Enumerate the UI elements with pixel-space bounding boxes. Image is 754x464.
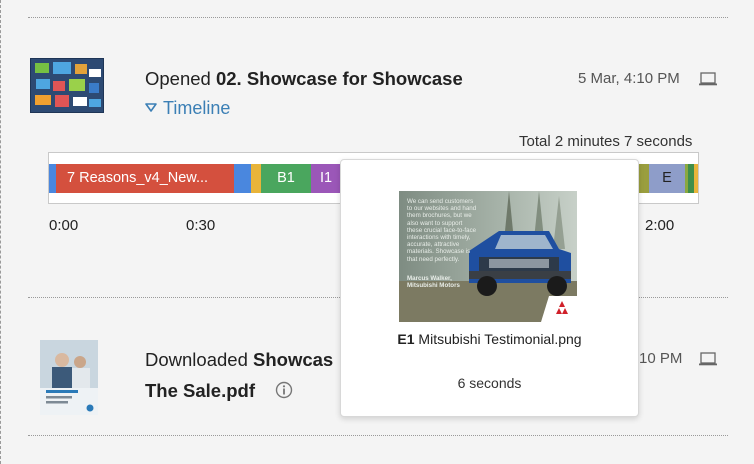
timeline-segment[interactable]: B1 [261, 164, 311, 193]
timeline-segment[interactable] [49, 164, 56, 193]
timeline-toggle[interactable]: Timeline [145, 98, 230, 119]
activity-timestamp: 10 PM [639, 350, 683, 367]
preview-quote: We can send customers to our websites an… [407, 198, 477, 263]
total-duration: Total 2 minutes 7 seconds [519, 133, 693, 150]
slide-preview-image: We can send customers to our websites an… [399, 191, 577, 322]
activity-action: Downloaded [145, 349, 248, 370]
laptop-icon [699, 352, 717, 366]
segment-tooltip: We can send customers to our websites an… [340, 159, 639, 417]
document-title[interactable]: Showcas [253, 349, 333, 370]
timeline-segment[interactable]: E [649, 164, 685, 193]
triangle-down-icon [145, 103, 157, 113]
timeline-segment[interactable] [639, 164, 649, 193]
activity-action: Opened [145, 68, 211, 89]
pdf-thumbnail[interactable] [40, 340, 98, 415]
info-icon[interactable] [275, 381, 293, 399]
separator-bottom [28, 435, 728, 436]
document-title[interactable]: 02. Showcase for Showcase [216, 68, 463, 89]
tick-label: 2:00 [645, 217, 675, 234]
tick-label: 0:00 [49, 217, 79, 234]
tooltip-file-name: E1 Mitsubishi Testimonial.png [341, 331, 638, 347]
slide-code: E1 [397, 331, 415, 347]
separator-top [28, 17, 728, 18]
file-name: Mitsubishi Testimonial.png [418, 331, 582, 347]
activity-title: Opened 02. Showcase for Showcase [145, 68, 463, 90]
pdf-cover-graphic [40, 340, 98, 415]
timeline-segment[interactable] [251, 164, 261, 193]
timeline-segment[interactable] [694, 164, 698, 193]
timeline-segment[interactable]: 7 Reasons_v4_New... [56, 164, 234, 193]
laptop-icon [699, 72, 717, 86]
document-title-continued[interactable]: The Sale.pdf [145, 380, 255, 402]
activity-title: Downloaded Showcas [145, 349, 333, 371]
left-border [0, 0, 1, 464]
timeline-segment[interactable]: I1 [311, 164, 341, 193]
activity-timestamp: 5 Mar, 4:10 PM [578, 70, 680, 87]
preview-author: Marcus Walker, Mitsubishi Motors [407, 275, 460, 290]
presentation-thumbnail[interactable] [30, 58, 104, 113]
tick-label: 0:30 [186, 217, 216, 234]
timeline-label: Timeline [163, 98, 231, 118]
tooltip-duration: 6 seconds [457, 375, 522, 391]
timeline-segment[interactable] [234, 164, 251, 193]
